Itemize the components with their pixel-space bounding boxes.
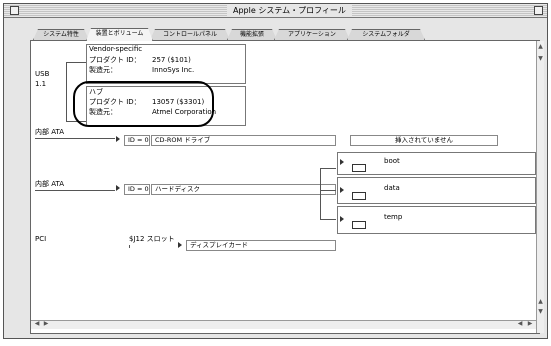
- ata1-bus-label: 内部 ATA: [35, 128, 64, 136]
- usb-bus-label: USB: [35, 70, 50, 78]
- horizontal-scrollbar[interactable]: [31, 320, 536, 329]
- usb-bus-version: 1.1: [35, 80, 47, 88]
- usb-device1-maker-label: 製造元：: [89, 66, 117, 74]
- ata2-id-field: ID = 0: [124, 184, 150, 195]
- volume-tree-line: [320, 168, 321, 219]
- window-title: Apple システム・プロフィール: [227, 5, 352, 17]
- ata1-id-field: ID = 0: [124, 135, 150, 146]
- pci-device-field[interactable]: ディスプレイカード: [186, 240, 336, 251]
- usb-branch-1: [66, 62, 86, 63]
- hub-highlight-circle: [73, 81, 214, 127]
- volume-data-label: data: [384, 184, 400, 192]
- scroll-left-icon[interactable]: ◀: [33, 320, 41, 328]
- vertical-scrollbar[interactable]: [536, 41, 544, 333]
- tab-applications[interactable]: アプリケーション: [274, 29, 350, 40]
- ata2-bus-line: [35, 190, 115, 191]
- pci-disclosure-icon[interactable]: [178, 242, 182, 248]
- usb-device1-name: Vendor-specific: [89, 45, 143, 53]
- zoom-box[interactable]: [534, 6, 543, 15]
- tab-devices-volumes[interactable]: 装置とボリューム: [86, 28, 153, 41]
- ata2-bus-label: 内部 ATA: [35, 180, 64, 188]
- volume-data-disclosure-icon[interactable]: [340, 187, 344, 193]
- volume-boot-disk-icon: [352, 164, 366, 172]
- volume-branch-2: [320, 190, 336, 191]
- ata1-disclosure-icon[interactable]: [116, 136, 120, 142]
- scroll-up-icon-bottom[interactable]: ▲: [537, 298, 544, 306]
- ata1-status-field: 挿入されていません: [350, 135, 498, 146]
- ata2-device-field[interactable]: ハードディスク: [151, 184, 336, 195]
- close-box[interactable]: [10, 6, 19, 15]
- pci-slot-label: $J12 スロット: [129, 235, 175, 243]
- volume-data-disk-icon: [352, 192, 366, 200]
- usb-device1-product-label: プロダクト ID：: [89, 56, 141, 64]
- volume-branch-1: [320, 168, 336, 169]
- volume-temp-label: temp: [384, 213, 403, 221]
- volume-boot-box[interactable]: [337, 152, 536, 175]
- volume-temp-box[interactable]: [337, 206, 536, 234]
- volume-data-box[interactable]: [337, 177, 536, 204]
- volume-temp-disk-icon: [352, 221, 366, 229]
- volume-branch-3: [320, 219, 336, 220]
- scroll-down-icon[interactable]: ▼: [537, 55, 544, 63]
- title-bar[interactable]: Apple システム・プロフィール: [4, 4, 547, 18]
- ata2-disclosure-icon[interactable]: [116, 185, 120, 191]
- scroll-down-icon-bottom[interactable]: ▼: [537, 308, 544, 316]
- volume-temp-disclosure-icon[interactable]: [340, 216, 344, 222]
- usb-device1-product-id: 257 ($101): [152, 56, 191, 64]
- pci-slot-tick: [129, 245, 130, 248]
- tab-system-info[interactable]: システム特性: [33, 29, 89, 40]
- tab-extensions[interactable]: 機能拡張: [227, 29, 277, 40]
- tab-system-folder[interactable]: システムフォルダ: [347, 29, 425, 40]
- usb-tree-line: [66, 62, 67, 122]
- scroll-left-icon-end[interactable]: ◀: [516, 320, 524, 328]
- ata1-bus-line: [35, 138, 115, 139]
- scroll-right-icon-end[interactable]: ▶: [526, 320, 534, 328]
- ata1-device-field[interactable]: CD-ROM ドライブ: [151, 135, 336, 146]
- scroll-right-icon[interactable]: ▶: [42, 320, 50, 328]
- volume-boot-label: boot: [384, 157, 400, 165]
- tab-control-panels[interactable]: コントロールパネル: [150, 29, 230, 40]
- usb-device1-maker: InnoSys Inc.: [152, 66, 195, 74]
- volume-boot-disclosure-icon[interactable]: [340, 159, 344, 165]
- pci-bus-label: PCI: [35, 235, 47, 243]
- scroll-up-icon[interactable]: ▲: [537, 43, 544, 51]
